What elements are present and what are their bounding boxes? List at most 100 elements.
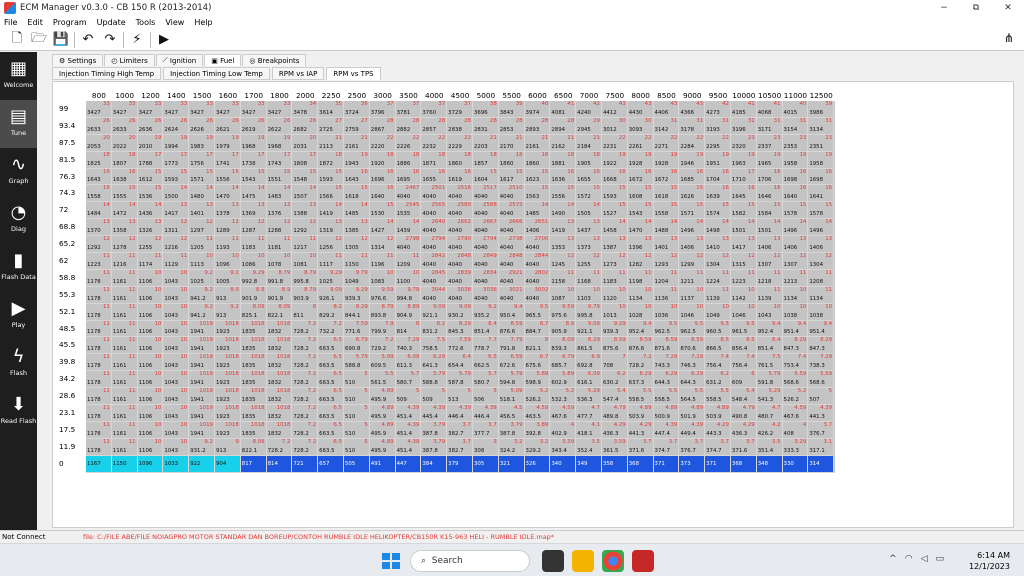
table-cell[interactable]: 2794 4040: [421, 236, 448, 254]
table-cell[interactable]: 13 1437: [576, 219, 602, 237]
table-cell[interactable]: 11 1168: [576, 269, 602, 287]
table-cell[interactable]: 14 1472: [111, 202, 138, 220]
table-cell[interactable]: 16 1698: [808, 168, 835, 186]
table-cell[interactable]: 7.9 799.9: [369, 320, 396, 338]
sidebar-item-graph[interactable]: ∿ Graph: [0, 148, 37, 196]
table-cell[interactable]: 3044 4040: [421, 286, 448, 304]
table-cell[interactable]: 40 4015: [782, 101, 809, 118]
table-cell[interactable]: 26 2619: [240, 117, 267, 135]
table-cell[interactable]: 349: [576, 455, 602, 473]
table-cell[interactable]: 15 1582: [730, 202, 757, 220]
table-cell[interactable]: 9.09 921.1: [421, 303, 448, 321]
table-cell[interactable]: 5.29 541.3: [756, 388, 783, 406]
table-cell[interactable]: 14 1498: [705, 219, 731, 237]
table-cell[interactable]: 19 1928: [627, 151, 654, 169]
table-cell[interactable]: 12 1288: [266, 219, 293, 237]
table-cell[interactable]: 34 3478: [292, 101, 319, 118]
table-cell[interactable]: 31 3193: [705, 117, 731, 135]
table-cell[interactable]: 19 2010: [137, 134, 164, 152]
table-cell[interactable]: 11 1213: [782, 269, 809, 287]
table-cell[interactable]: 8.9 901.9: [240, 286, 267, 304]
table-cell[interactable]: 11 1161: [111, 269, 138, 287]
table-cell[interactable]: 8.2 831.2: [421, 320, 448, 338]
table-cell[interactable]: 12 1315: [730, 253, 757, 270]
table-cell[interactable]: 42 4273: [705, 101, 731, 118]
table-cell[interactable]: 10 1043: [163, 269, 190, 287]
table-cell[interactable]: 10 1043: [163, 320, 190, 338]
table-cell[interactable]: 4.89 503.9: [705, 405, 731, 422]
table-cell[interactable]: 12 1307: [756, 253, 783, 270]
menu-edit[interactable]: Edit: [27, 18, 43, 27]
table-cell[interactable]: 3.7 377.7: [472, 421, 499, 439]
table-cell[interactable]: 21 2161: [343, 134, 370, 152]
save-icon[interactable]: 💾: [50, 30, 72, 50]
table-cell[interactable]: 14 1496: [782, 219, 809, 237]
table-cell[interactable]: 8.7 884.7: [524, 320, 551, 338]
table-cell[interactable]: 15 1608: [627, 185, 654, 203]
table-cell[interactable]: 18 1920: [369, 151, 396, 169]
table-cell[interactable]: 1018 1923: [214, 320, 241, 338]
table-cell[interactable]: 10 1043: [163, 438, 190, 456]
table-cell[interactable]: 7.4 756.4: [730, 354, 757, 372]
table-cell[interactable]: 7.79 791.8: [498, 337, 525, 355]
table-cell[interactable]: 15 1604: [472, 168, 499, 186]
table-cell[interactable]: 8.29 861.5: [576, 337, 602, 355]
table-cell[interactable]: 8.09 822.1: [240, 438, 267, 456]
table-cell[interactable]: 8.29 847.3: [782, 337, 809, 355]
table-cell[interactable]: 8.2 829.2: [318, 303, 344, 321]
table-cell[interactable]: 26 2624: [163, 117, 190, 135]
table-cell[interactable]: 8.9 913: [214, 286, 241, 304]
table-cell[interactable]: 16 1640: [369, 185, 396, 203]
table-cell[interactable]: 8.29 847.3: [808, 337, 835, 355]
table-cell[interactable]: 39 3843: [498, 101, 525, 118]
table-cell[interactable]: 9.79 995.8: [576, 303, 602, 321]
table-cell[interactable]: 19 1946: [679, 151, 706, 169]
table-cell[interactable]: 4.89 495.9: [369, 438, 396, 456]
table-cell[interactable]: 5.5 558.5: [653, 388, 680, 406]
tab-settings[interactable]: ⚙ Settings: [52, 54, 104, 66]
table-cell[interactable]: 16 1643: [343, 168, 370, 186]
table-cell[interactable]: 26 2621: [214, 117, 241, 135]
table-cell[interactable]: 15 1536: [137, 185, 164, 203]
table-cell[interactable]: 33 3427: [189, 101, 215, 118]
table-cell[interactable]: 16 1636: [550, 168, 577, 186]
table-cell[interactable]: 9.59 975.6: [550, 303, 577, 321]
table-cell[interactable]: 7.5 761.5: [756, 354, 783, 372]
table-cell[interactable]: 15 1593: [163, 168, 190, 186]
table-cell[interactable]: 28 2894: [550, 117, 577, 135]
table-cell[interactable]: 28 2893: [524, 117, 551, 135]
table-cell[interactable]: 11 1204: [653, 269, 680, 287]
table-cell[interactable]: 6.2 631.2: [705, 371, 731, 389]
table-cell[interactable]: 1018 1923: [214, 421, 241, 439]
table-cell[interactable]: 12 1311: [163, 219, 190, 237]
table-cell[interactable]: 904: [214, 455, 241, 473]
table-cell[interactable]: 10 1106: [137, 337, 164, 355]
table-cell[interactable]: 2667 4040: [472, 219, 499, 237]
table-cell[interactable]: 18 1857: [472, 151, 499, 169]
table-cell[interactable]: 8.79 991.8: [266, 269, 293, 287]
table-cell[interactable]: 6.5 663.5: [318, 388, 344, 406]
table-cell[interactable]: 23 2320: [730, 134, 757, 152]
table-cell[interactable]: 9.2 1005: [214, 269, 241, 287]
table-cell[interactable]: 10 1106: [137, 371, 164, 389]
subtab-rpm-tps[interactable]: RPM vs TPS: [326, 67, 381, 80]
table-cell[interactable]: 2798 4040: [395, 236, 422, 254]
table-cell[interactable]: 1019 1941: [189, 371, 215, 389]
table-cell[interactable]: 9.5 962.5: [679, 320, 706, 338]
table-cell[interactable]: 4.2 426.2: [756, 421, 783, 439]
table-cell[interactable]: 4.7 477.7: [576, 405, 602, 422]
tab-ignition[interactable]: ⟋ Ignition: [155, 54, 204, 66]
table-cell[interactable]: 11 1217: [292, 236, 319, 254]
table-cell[interactable]: 22 2232: [421, 134, 448, 152]
table-cell[interactable]: 11 1178: [86, 438, 112, 456]
table-cell[interactable]: 657: [318, 455, 344, 473]
table-cell[interactable]: 4.29 441.3: [627, 421, 654, 439]
table-cell[interactable]: 16 1668: [601, 168, 628, 186]
table-cell[interactable]: 3036 4040: [472, 286, 499, 304]
table-cell[interactable]: 5.89 602.9: [550, 371, 577, 389]
table-cell[interactable]: 3.39 343.4: [550, 438, 577, 456]
table-cell[interactable]: 15 1558: [653, 202, 680, 220]
table-cell[interactable]: 28 2867: [369, 117, 396, 135]
table-cell[interactable]: 7.29 743.3: [653, 354, 680, 372]
table-cell[interactable]: 16 1619: [447, 168, 473, 186]
